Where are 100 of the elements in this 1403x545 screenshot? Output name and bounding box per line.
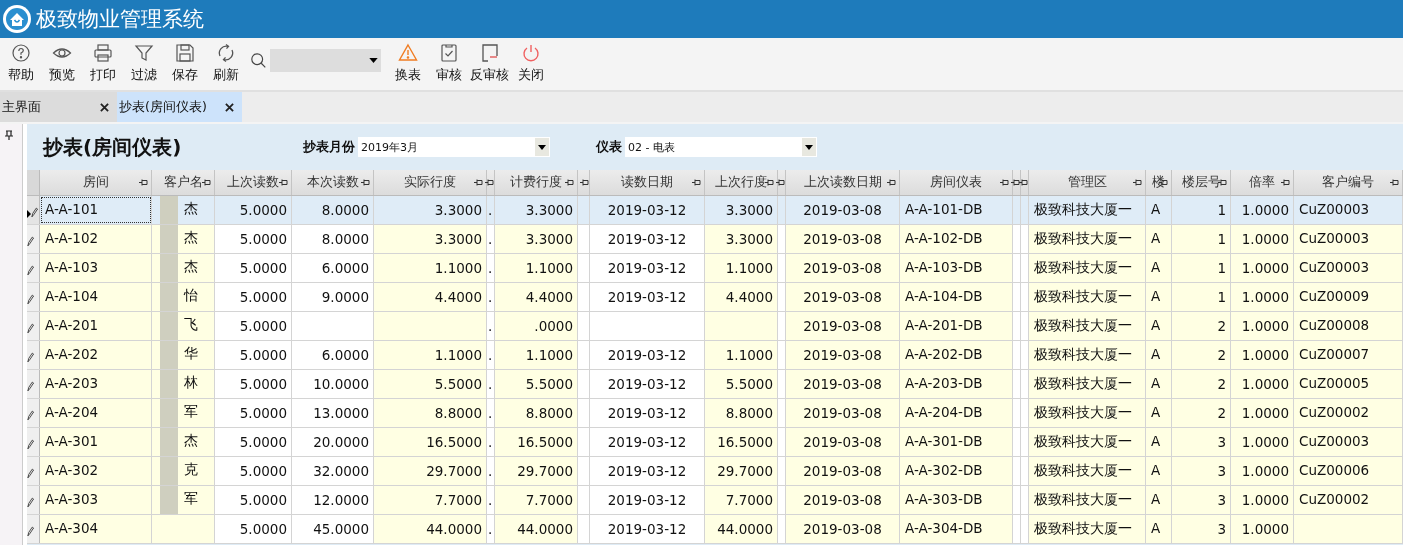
row-selector[interactable] xyxy=(27,196,40,224)
pin-icon[interactable] xyxy=(1019,179,1028,186)
pin-icon[interactable] xyxy=(202,179,211,186)
pin-icon[interactable] xyxy=(580,179,589,186)
table-cell: 2019-03-12 xyxy=(590,196,705,224)
power-button[interactable]: 关闭 xyxy=(510,43,551,84)
pin-icon[interactable] xyxy=(1133,179,1142,186)
pin-icon[interactable] xyxy=(361,179,370,186)
column-title[interactable]: 房间 xyxy=(82,174,109,191)
column-header[interactable]: 倍率 xyxy=(1231,170,1294,195)
pin-icon[interactable] xyxy=(565,179,574,186)
column-header[interactable]: 楼 xyxy=(1146,170,1172,195)
close-icon[interactable] xyxy=(225,102,234,112)
warning-button[interactable]: 换表 xyxy=(387,43,428,84)
column-title[interactable]: 倍率 xyxy=(1249,174,1275,191)
column-title[interactable]: 本次读数 xyxy=(306,174,359,191)
pin-icon[interactable] xyxy=(887,179,896,186)
dropdown-arrow-icon[interactable] xyxy=(369,58,378,63)
table-cell: CuZ00007 xyxy=(1294,341,1403,369)
pin-icon[interactable] xyxy=(485,179,494,186)
customer-name: 杰 xyxy=(184,200,198,218)
column-title[interactable]: 管理区 xyxy=(1067,174,1107,191)
column-title[interactable]: 读数日期 xyxy=(621,174,673,191)
document-tab[interactable]: 主界面 xyxy=(0,92,117,122)
filter-button[interactable]: 过滤 xyxy=(123,43,164,84)
column-header[interactable]: 房间 xyxy=(40,170,152,195)
column-header[interactable] xyxy=(1013,170,1021,195)
help-button[interactable]: 帮助 xyxy=(0,43,41,84)
column-header[interactable] xyxy=(1021,170,1029,195)
table-cell: A-A-103-DB xyxy=(900,254,1013,282)
preview-button[interactable]: 预览 xyxy=(41,43,82,84)
column-header[interactable]: 实际行度 xyxy=(374,170,487,195)
redaction-bar xyxy=(160,370,178,398)
table-cell: 1.1000 xyxy=(705,341,778,369)
redaction-bar xyxy=(160,428,178,456)
pin-icon[interactable] xyxy=(692,179,701,186)
column-title[interactable]: 楼 xyxy=(1152,174,1165,191)
table-cell: 7.7000 xyxy=(374,486,487,514)
column-title[interactable]: 上次读数日期 xyxy=(803,174,882,191)
redaction-bar xyxy=(160,457,178,485)
column-title[interactable]: 客户编号 xyxy=(1322,174,1374,191)
audit-button[interactable]: 审核 xyxy=(428,43,469,84)
table-cell: 44.0000 xyxy=(374,515,487,543)
pin-icon[interactable] xyxy=(1011,179,1020,186)
table-cell: . xyxy=(487,196,495,224)
pin-icon[interactable] xyxy=(5,130,13,140)
pin-icon[interactable] xyxy=(474,179,483,186)
column-title[interactable]: 上次读数 xyxy=(227,174,279,191)
column-header[interactable]: 上次行度 xyxy=(705,170,778,195)
pin-icon[interactable] xyxy=(776,179,785,186)
table-cell: A-A-304 xyxy=(40,515,152,543)
table-cell: A xyxy=(1146,515,1172,543)
pin-icon[interactable] xyxy=(139,179,148,186)
table-cell: 1.1000 xyxy=(495,254,578,282)
table-cell: 1 xyxy=(1172,225,1231,253)
pin-icon[interactable] xyxy=(765,179,774,186)
column-header[interactable]: 本次读数 xyxy=(292,170,374,195)
column-header[interactable]: 房间仪表 xyxy=(900,170,1013,195)
column-header[interactable]: 读数日期 xyxy=(590,170,705,195)
column-header[interactable] xyxy=(778,170,786,195)
column-header[interactable] xyxy=(487,170,495,195)
table-cell: 4.4000 xyxy=(374,283,487,311)
column-title[interactable]: 房间仪表 xyxy=(930,174,982,191)
column-title[interactable]: 楼层号 xyxy=(1181,174,1221,191)
table-cell: 1.0000 xyxy=(1231,515,1294,543)
unaudit-button[interactable]: 反审核 xyxy=(469,43,510,84)
meter-dropdown[interactable]: 02 - 电表 xyxy=(625,137,817,157)
table-cell: . xyxy=(487,254,495,282)
column-header[interactable]: 上次读数日期 xyxy=(786,170,900,195)
month-label: 抄表月份 xyxy=(303,138,355,156)
save-button[interactable]: 保存 xyxy=(164,43,205,84)
column-header[interactable]: 计费行度 xyxy=(495,170,578,195)
pin-icon[interactable] xyxy=(1390,179,1399,186)
column-title[interactable]: 实际行度 xyxy=(404,174,456,191)
column-title[interactable]: 客户名 xyxy=(163,174,203,191)
column-title[interactable]: 计费行度 xyxy=(510,174,562,191)
table-cell: 1.0000 xyxy=(1231,225,1294,253)
column-header[interactable] xyxy=(578,170,590,195)
refresh-button[interactable]: 刷新 xyxy=(205,43,246,84)
column-header[interactable]: 客户名 xyxy=(152,170,215,195)
column-header[interactable]: 楼层号 xyxy=(1172,170,1231,195)
pin-icon[interactable] xyxy=(1281,179,1290,186)
pin-icon[interactable] xyxy=(1000,179,1009,186)
table-cell: 4.4000 xyxy=(705,283,778,311)
tab-label[interactable]: 抄表(房间仪表) xyxy=(119,98,207,116)
search-field[interactable] xyxy=(270,49,381,72)
print-button[interactable]: 打印 xyxy=(82,43,123,84)
column-header[interactable]: 管理区 xyxy=(1029,170,1146,195)
tab-label[interactable]: 主界面 xyxy=(2,98,41,116)
warning-icon xyxy=(397,43,418,63)
month-dropdown[interactable]: 2019年3月 xyxy=(358,137,550,157)
redaction-bar xyxy=(160,225,178,253)
column-title[interactable]: 上次行度 xyxy=(715,174,767,191)
close-icon[interactable] xyxy=(100,102,109,112)
table-cell: 1.0000 xyxy=(1231,370,1294,398)
customer-name: 飞 xyxy=(184,316,198,334)
column-header[interactable]: 上次读数 xyxy=(215,170,292,195)
column-header[interactable]: 客户编号 xyxy=(1294,170,1403,195)
document-tab[interactable]: 抄表(房间仪表) xyxy=(117,92,242,122)
pin-icon[interactable] xyxy=(279,179,288,186)
